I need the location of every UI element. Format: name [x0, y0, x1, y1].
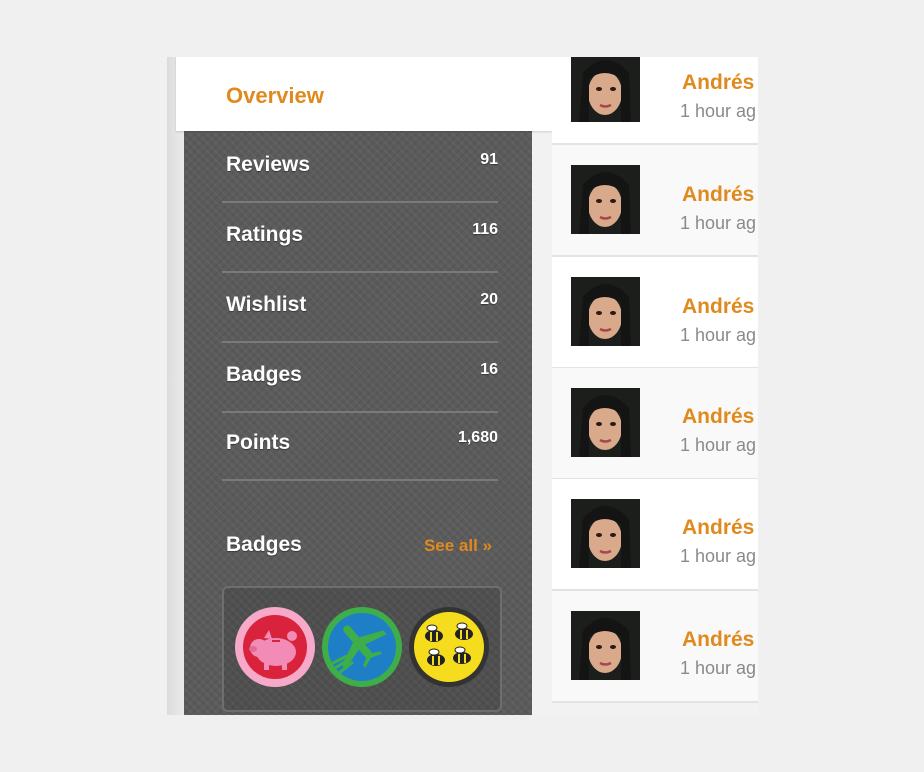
avatar[interactable]	[571, 277, 640, 346]
stat-label: Points	[226, 431, 291, 454]
stat-row-points[interactable]: Points 1,680	[222, 409, 498, 481]
profile-frame: Overview Reviews 91 Ratings 116 Wishlist…	[167, 57, 758, 715]
feed-author-name[interactable]: Andrés	[682, 628, 754, 652]
tab-overview[interactable]: Overview	[176, 57, 552, 131]
stat-label: Ratings	[226, 223, 304, 246]
piggy-bank-badge-icon[interactable]	[234, 606, 316, 688]
badges-section-title: Badges	[226, 533, 302, 556]
stat-count: 20	[480, 291, 498, 308]
avatar[interactable]	[571, 388, 640, 457]
feed-item: Andrés 1 hour ag	[552, 257, 758, 369]
sidebar-edge	[167, 57, 184, 715]
badges-tray	[222, 586, 502, 712]
feed-author-name[interactable]: Andrés	[682, 71, 754, 95]
feed-author-name[interactable]: Andrés	[682, 405, 754, 429]
stat-count: 1,680	[457, 429, 498, 446]
stat-row-wishlist[interactable]: Wishlist 20	[222, 271, 498, 343]
stat-label: Wishlist	[226, 293, 307, 316]
avatar[interactable]	[571, 611, 640, 680]
stat-row-reviews[interactable]: Reviews 91	[222, 131, 498, 203]
airplane-badge-icon[interactable]	[321, 606, 403, 688]
stat-label: Badges	[226, 363, 302, 386]
stat-count: 116	[472, 221, 498, 238]
feed-timestamp: 1 hour ag	[680, 435, 757, 455]
stat-row-badges[interactable]: Badges 16	[222, 341, 498, 413]
feed-timestamp: 1 hour ag	[680, 546, 757, 566]
feed-timestamp: 1 hour ag	[680, 658, 757, 678]
tab-overview-label: Overview	[226, 83, 324, 108]
feed-item: Andrés 1 hour ag	[552, 591, 758, 703]
activity-feed: Andrés 1 hour ag Andrés 1 hour ag Andrés…	[552, 57, 758, 715]
avatar[interactable]	[571, 499, 640, 568]
stat-count: 16	[480, 361, 498, 378]
feed-timestamp: 1 hour ag	[680, 213, 757, 233]
feed-item: Andrés 1 hour ag	[552, 368, 758, 480]
feed-item: Andrés 1 hour ag	[552, 479, 758, 591]
avatar[interactable]	[571, 57, 640, 122]
avatar[interactable]	[571, 165, 640, 234]
stat-label: Reviews	[226, 153, 311, 176]
profile-sidebar: Overview Reviews 91 Ratings 116 Wishlist…	[167, 57, 552, 715]
feed-author-name[interactable]: Andrés	[682, 295, 754, 319]
feed-author-name[interactable]: Andrés	[682, 516, 754, 540]
feed-timestamp: 1 hour ag	[680, 101, 757, 121]
stat-count: 91	[480, 151, 498, 168]
feed-item: Andrés 1 hour ag	[552, 145, 758, 257]
see-all-badges-link[interactable]: See all »	[424, 536, 492, 556]
feed-item: Andrés 1 hour ag	[552, 57, 758, 145]
bees-badge-icon[interactable]	[408, 606, 490, 688]
stat-row-ratings[interactable]: Ratings 116	[222, 201, 498, 273]
feed-timestamp: 1 hour ag	[680, 325, 757, 345]
feed-author-name[interactable]: Andrés	[682, 183, 754, 207]
